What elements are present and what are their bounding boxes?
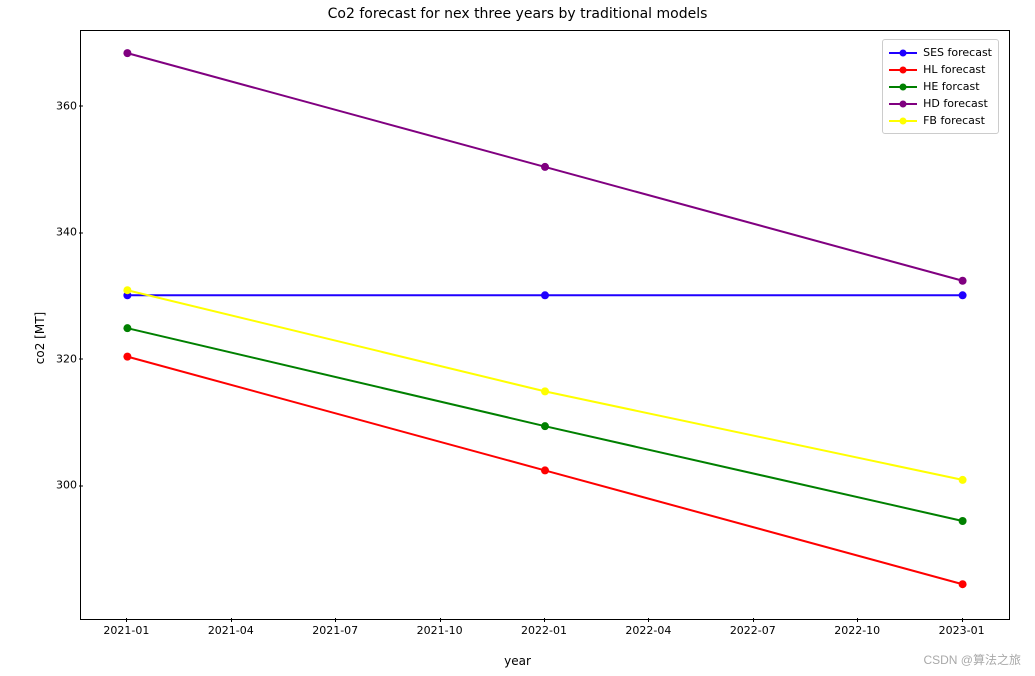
x-tick: 2021-07	[312, 624, 358, 637]
legend-item: HL forecast	[889, 61, 992, 78]
series-marker	[123, 324, 131, 332]
series-marker	[959, 291, 967, 299]
series-marker	[959, 517, 967, 525]
x-tick: 2021-04	[208, 624, 254, 637]
series-marker	[541, 466, 549, 474]
legend-label: FB forecast	[923, 114, 985, 127]
series-marker	[541, 422, 549, 430]
series-marker	[541, 163, 549, 171]
x-tick: 2022-10	[834, 624, 880, 637]
y-tick: 320	[27, 352, 77, 365]
legend: SES forecast HL forecast HE forcast HD fore…	[882, 39, 999, 134]
series-marker	[959, 277, 967, 285]
plot-area: SES forecast HL forecast HE forcast HD fore…	[80, 30, 1010, 620]
series-marker	[123, 49, 131, 57]
x-tick: 2022-07	[730, 624, 776, 637]
legend-label: HE forcast	[923, 80, 979, 93]
legend-item: FB forecast	[889, 112, 992, 129]
chart-title: Co2 forecast for nex three years by trad…	[0, 6, 1035, 22]
series-marker	[541, 387, 549, 395]
legend-item: SES forecast	[889, 44, 992, 61]
legend-label: SES forecast	[923, 46, 992, 59]
legend-swatch	[889, 81, 917, 93]
x-axis-label: year	[0, 654, 1035, 668]
legend-swatch	[889, 47, 917, 59]
series-marker	[959, 476, 967, 484]
x-tick: 2022-01	[521, 624, 567, 637]
series-marker	[123, 286, 131, 294]
y-tick: 300	[27, 479, 77, 492]
legend-swatch	[889, 115, 917, 127]
series-marker	[123, 353, 131, 361]
series-marker	[541, 291, 549, 299]
chart-svg	[81, 31, 1009, 619]
x-tick: 2021-10	[417, 624, 463, 637]
y-tick: 340	[27, 226, 77, 239]
legend-label: HD forecast	[923, 97, 988, 110]
legend-label: HL forecast	[923, 63, 985, 76]
y-tick: 360	[27, 99, 77, 112]
series-marker	[959, 580, 967, 588]
legend-item: HE forcast	[889, 78, 992, 95]
legend-swatch	[889, 98, 917, 110]
legend-swatch	[889, 64, 917, 76]
x-tick: 2021-01	[103, 624, 149, 637]
x-tick: 2022-04	[625, 624, 671, 637]
legend-item: HD forecast	[889, 95, 992, 112]
watermark: CSDN @算法之旅	[923, 651, 1021, 668]
x-tick: 2023-01	[939, 624, 985, 637]
series-line	[127, 290, 962, 480]
